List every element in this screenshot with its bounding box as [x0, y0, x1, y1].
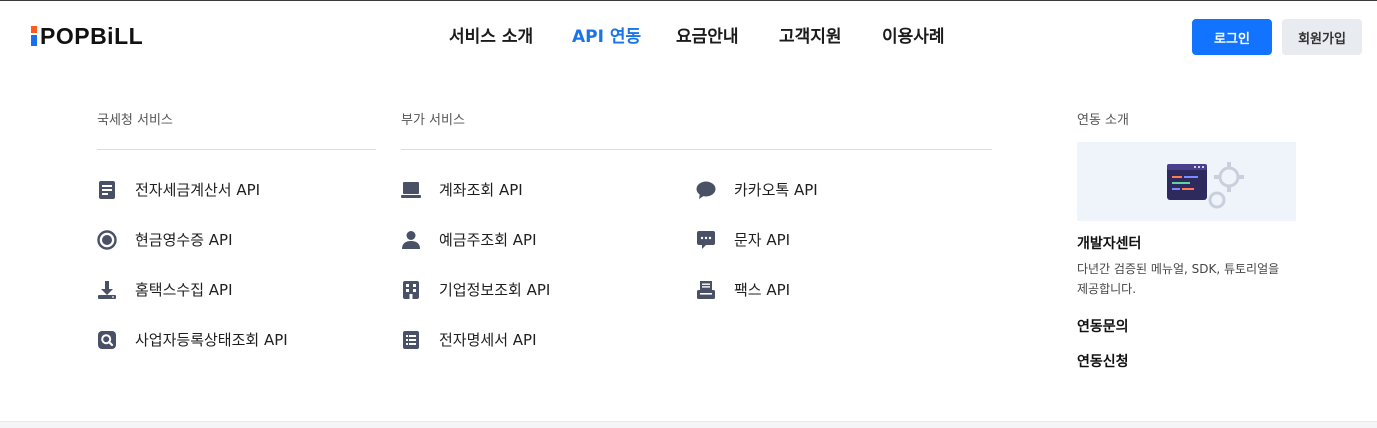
- building-icon: [401, 280, 421, 300]
- message-icon: [696, 230, 716, 250]
- document-icon: [97, 180, 117, 200]
- developer-center-description: 다년간 검증된 메뉴얼, SDK, 튜토리얼을 제공합니다.: [1077, 259, 1317, 299]
- menu-item-label: 사업자등록상태조회 API: [135, 331, 288, 349]
- menu-item-depositor-inquiry[interactable]: 예금주조회 API: [401, 228, 537, 252]
- menu-item-label: 전자세금계산서 API: [135, 181, 261, 199]
- nav-use-cases[interactable]: 이용사례: [882, 25, 945, 49]
- nav-service-intro[interactable]: 서비스 소개: [449, 25, 533, 49]
- developer-center-title[interactable]: 개발자센터: [1077, 235, 1141, 253]
- menu-item-label: 현금영수증 API: [135, 231, 233, 249]
- addon-services-title: 부가 서비스: [401, 113, 465, 128]
- menu-item-e-tax-invoice[interactable]: 전자세금계산서 API: [97, 178, 260, 202]
- nav-support[interactable]: 고객지원: [779, 25, 842, 49]
- menu-item-label: 전자명세서 API: [439, 331, 537, 349]
- menu-item-e-statement[interactable]: 전자명세서 API: [401, 328, 537, 352]
- menu-item-label: 홈택스수집 API: [135, 281, 233, 299]
- intro-title: 연동 소개: [1077, 113, 1129, 128]
- addon-divider: [401, 149, 992, 150]
- menu-item-label: 기업정보조회 API: [439, 281, 551, 299]
- bottom-divider: [0, 421, 1377, 428]
- search-icon: [97, 330, 117, 350]
- menu-item-label: 계좌조회 API: [439, 181, 523, 199]
- download-icon: [97, 280, 117, 300]
- chat-bubble-icon: [696, 180, 716, 200]
- menu-item-hometax-collect[interactable]: 홈택스수집 API: [97, 278, 233, 302]
- menu-item-company-info[interactable]: 기업정보조회 API: [401, 278, 550, 302]
- nav-api-integration[interactable]: API 연동: [572, 25, 641, 49]
- menu-item-sms[interactable]: 문자 API: [696, 228, 790, 252]
- menu-item-label: 예금주조회 API: [439, 231, 537, 249]
- record-circle-icon: [97, 230, 117, 250]
- laptop-icon: [401, 180, 421, 200]
- description-line: 다년간 검증된 메뉴얼, SDK, 튜토리얼을: [1077, 262, 1280, 276]
- fax-icon: [696, 280, 716, 300]
- nav-pricing[interactable]: 요금안내: [676, 25, 739, 49]
- menu-item-kakaotalk[interactable]: 카카오톡 API: [696, 178, 818, 202]
- nts-divider: [97, 149, 376, 150]
- menu-item-label: 문자 API: [734, 231, 791, 249]
- integration-apply-link[interactable]: 연동신청: [1077, 353, 1129, 371]
- nts-services-title: 국세청 서비스: [97, 113, 173, 128]
- menu-item-account-inquiry[interactable]: 계좌조회 API: [401, 178, 523, 202]
- list-icon: [401, 330, 421, 350]
- menu-item-label: 팩스 API: [734, 281, 791, 299]
- menu-item-cash-receipt[interactable]: 현금영수증 API: [97, 228, 233, 252]
- developer-illustration-icon: [1167, 162, 1244, 209]
- description-line: 제공합니다.: [1077, 282, 1137, 296]
- integration-inquiry-link[interactable]: 연동문의: [1077, 318, 1129, 336]
- user-icon: [401, 230, 421, 250]
- menu-item-business-status[interactable]: 사업자등록상태조회 API: [97, 328, 288, 352]
- developer-center-banner[interactable]: [1077, 142, 1296, 221]
- menu-item-label: 카카오톡 API: [734, 181, 818, 199]
- signup-button[interactable]: 회원가입: [1282, 19, 1362, 55]
- main-nav: 서비스 소개 API 연동 요금안내 고객지원 이용사례: [0, 25, 1377, 49]
- top-header: POPBiLL 서비스 소개 API 연동 요금안내 고객지원 이용사례 로그인…: [0, 1, 1377, 73]
- login-button[interactable]: 로그인: [1192, 19, 1272, 55]
- menu-item-fax[interactable]: 팩스 API: [696, 278, 790, 302]
